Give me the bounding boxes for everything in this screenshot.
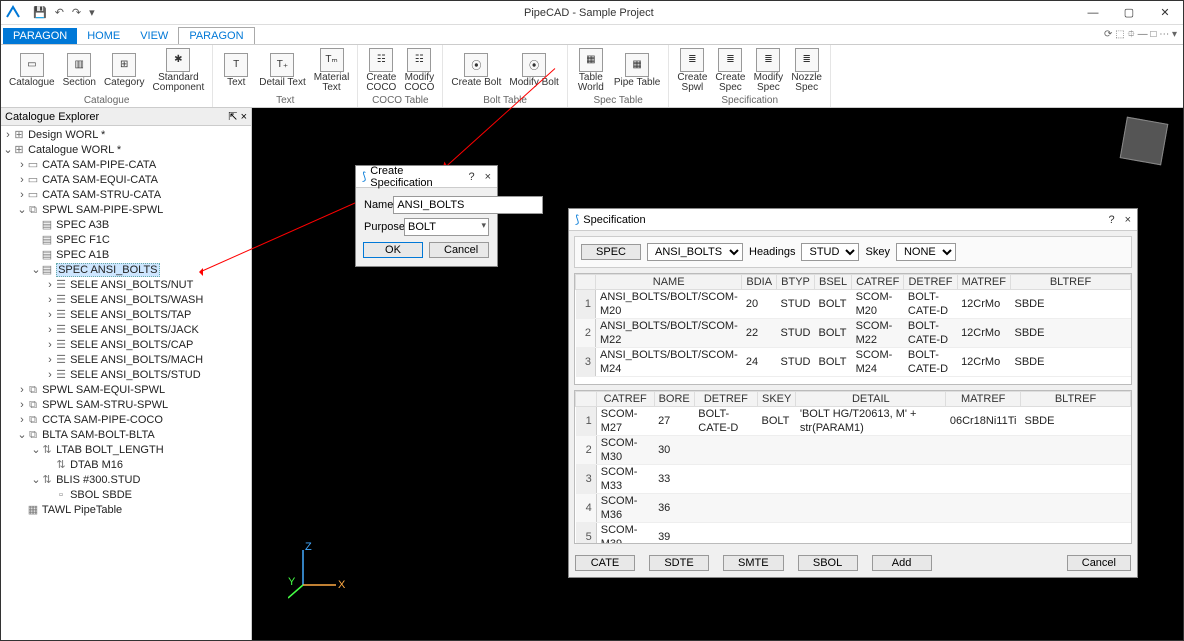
maximize-button[interactable]: ▢ [1111,1,1147,25]
view-controls[interactable]: ⟳ ⬚ ⯐ — □ ⋯ ▾ [1104,27,1177,44]
lower-grid[interactable]: CATREFBOREDETREFSKEYDETAILMATREFBLTREF 1… [574,390,1132,544]
axis-gizmo: Z X Y [288,540,348,600]
redo-icon[interactable]: ↷ [72,6,81,19]
detail-text-button[interactable]: T₊Detail Text [255,51,310,90]
explorer-title: Catalogue Explorer [5,111,99,123]
add-button[interactable]: Add [872,555,932,571]
name-input[interactable] [393,196,543,214]
annotation-arrow-1 [195,268,203,276]
close-icon[interactable]: × [1125,214,1131,226]
svg-text:Z: Z [305,541,312,553]
title-bar: 💾 ↶ ↷ ▾ PipeCAD - Sample Project — ▢ ✕ [1,1,1183,25]
panel-close-icon[interactable]: × [241,111,247,123]
table-row[interactable]: 1SCOM-M2727BOLT-CATE-DBOLT'BOLT HG/T2061… [576,407,1131,436]
purpose-label: Purpose [364,221,404,233]
cate-button[interactable]: CATE [575,555,635,571]
specification-dialog: ⟆ Specification ? × SPEC ANSI_BOLTS Headin… [568,208,1138,578]
table-row[interactable]: 3SCOM-M3333 [576,465,1131,494]
smte-button[interactable]: SMTE [723,555,784,571]
create-coco-button[interactable]: ☷Create COCO [362,46,400,95]
cancel-button2[interactable]: Cancel [1067,555,1131,571]
spec-title: Specification [583,214,645,226]
undo-icon[interactable]: ↶ [55,6,64,19]
create-spec-title: Create Specification [370,165,468,189]
skey-label: Skey [865,246,889,258]
view-cube[interactable] [1120,117,1169,166]
ribbon-tabs: PARAGON HOME VIEW PARAGON [1,25,1183,45]
upper-grid[interactable]: NAMEBDIABTYPBSELCATREFDETREFMATREFBLTREF… [574,273,1132,385]
sbol-button[interactable]: SBOL [798,555,858,571]
table-row[interactable]: 2SCOM-M3030 [576,436,1131,465]
minimize-button[interactable]: — [1075,1,1111,25]
material-text-button[interactable]: TₘMaterial Text [310,46,354,95]
purpose-select[interactable] [404,218,489,236]
qat-more-icon[interactable]: ▾ [89,6,95,19]
create-bolt-button[interactable]: ⦿Create Bolt [447,51,505,90]
create-spec-button[interactable]: ≣Create Spec [711,46,749,95]
spec-select[interactable]: ANSI_BOLTS [647,243,743,261]
spec-button[interactable]: SPEC [581,244,641,260]
modify-bolt-button[interactable]: ⦿Modify Bolt [505,51,562,90]
pipe-table-button[interactable]: ▦Pipe Table [610,51,665,90]
std-component-button[interactable]: ✱Standard Component [149,46,209,95]
help-icon[interactable]: ? [1108,214,1114,226]
ok-button[interactable]: OK [363,242,423,258]
close-button[interactable]: ✕ [1147,1,1183,25]
svg-text:Y: Y [288,576,296,588]
table-world-button[interactable]: ▦Table World [572,46,610,95]
ribbon: ▭Catalogue ▥Section ⊞Category ✱Standard … [1,45,1183,108]
section-button[interactable]: ▥Section [59,51,100,90]
app-logo-icon [1,1,25,25]
nozzle-spec-button[interactable]: ≣Nozzle Spec [787,46,826,95]
tab-paragon[interactable]: PARAGON [178,27,254,44]
catalogue-explorer: Catalogue Explorer ⇱ × ›⊞ Design WORL * … [1,108,252,640]
dialog-icon: ⟆ [362,170,366,183]
svg-text:X: X [338,579,346,591]
pin-icon[interactable]: ⇱ [228,111,237,123]
modify-coco-button[interactable]: ☷Modify COCO [400,46,438,95]
headings-select[interactable]: STUD [801,243,859,261]
dialog-icon: ⟆ [575,213,579,226]
catalogue-button[interactable]: ▭Catalogue [5,51,59,90]
chevron-down-icon[interactable]: ▾ [481,220,486,231]
help-icon[interactable]: ? [468,171,474,183]
tab-home[interactable]: HOME [77,28,130,44]
table-row[interactable]: 4SCOM-M3636 [576,494,1131,523]
cancel-button[interactable]: Cancel [429,242,489,258]
create-spec-dialog: ⟆Create Specification ?× Name Purpose ▾ … [355,165,498,267]
skey-select[interactable]: NONE [896,243,956,261]
app-title: PipeCAD - Sample Project [103,7,1075,19]
headings-label: Headings [749,246,795,258]
tree[interactable]: ›⊞ Design WORL * ⌄⊞ Catalogue WORL * ›▭ … [1,126,251,640]
tab-paragon-file[interactable]: PARAGON [3,28,77,44]
close-icon[interactable]: × [485,171,491,183]
save-icon[interactable]: 💾 [33,6,47,19]
table-row[interactable]: 5SCOM-M3939 [576,523,1131,544]
tab-view[interactable]: VIEW [130,28,178,44]
text-button[interactable]: TText [217,51,255,90]
modify-spec-button[interactable]: ≣Modify Spec [749,46,787,95]
sdte-button[interactable]: SDTE [649,555,709,571]
name-label: Name [364,199,393,211]
category-button[interactable]: ⊞Category [100,51,149,90]
create-spwl-button[interactable]: ≣Create Spwl [673,46,711,95]
